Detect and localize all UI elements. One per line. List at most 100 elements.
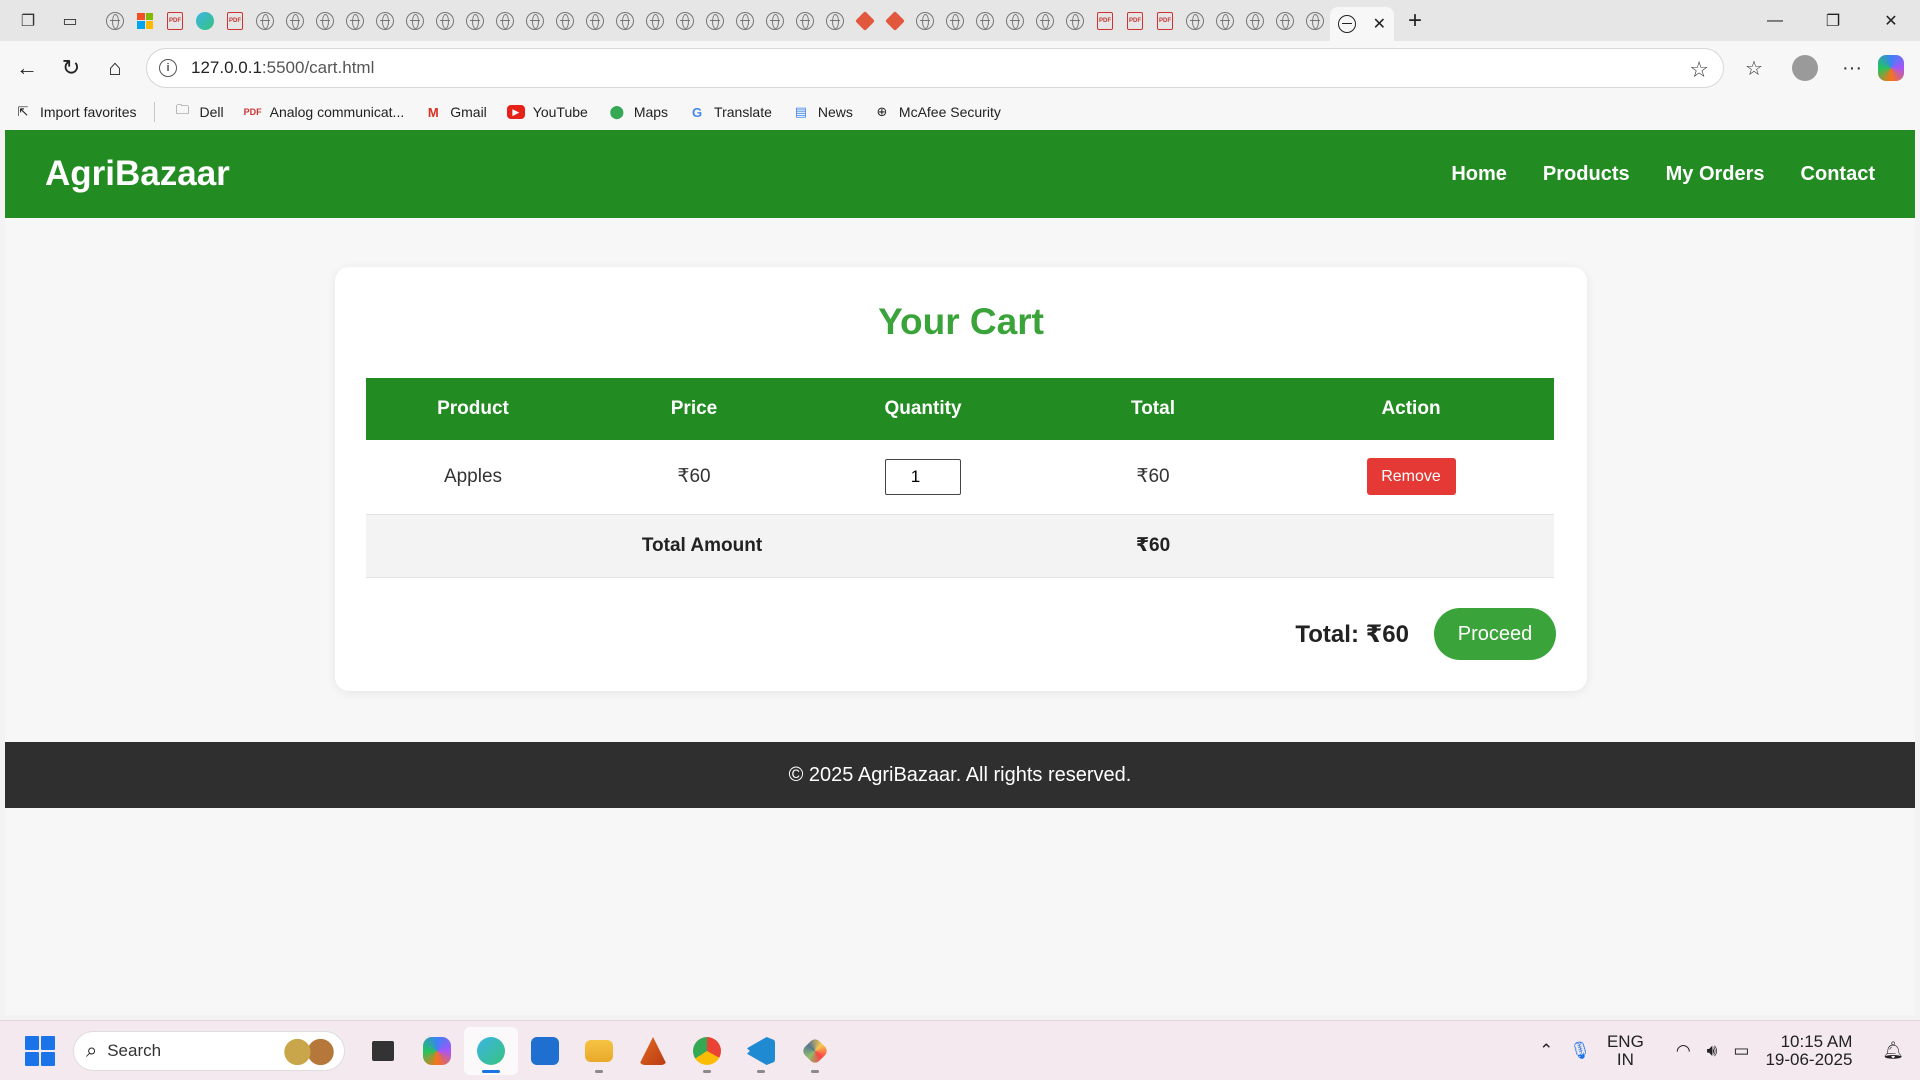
tab-item[interactable] — [280, 0, 310, 41]
tab-item[interactable] — [1000, 0, 1030, 41]
taskbar-search[interactable]: ⌕ Search — [73, 1031, 345, 1071]
taskbar-app-taskview[interactable] — [356, 1027, 410, 1075]
address-bar[interactable]: i 127.0.0.1:5500/cart.html ☆ — [146, 48, 1724, 88]
tab-item[interactable] — [340, 0, 370, 41]
tab-item[interactable] — [940, 0, 970, 41]
tab-item[interactable] — [1240, 0, 1270, 41]
wifi-icon[interactable]: ◠ — [1676, 1041, 1691, 1061]
tab-item[interactable] — [580, 0, 610, 41]
notification-icon[interactable]: 🔔︎ — [1882, 1041, 1904, 1061]
battery-icon[interactable]: ▭ — [1733, 1041, 1749, 1061]
taskbar-app-explorer[interactable] — [572, 1027, 626, 1075]
favorite-gmail[interactable]: M Gmail — [424, 103, 487, 121]
favorite-star-icon[interactable]: ☆ — [1689, 57, 1709, 83]
url-text[interactable]: 127.0.0.1:5500/cart.html — [191, 58, 374, 78]
favorite-news[interactable]: ▤ News — [792, 103, 853, 121]
quantity-input[interactable] — [885, 458, 961, 495]
copilot-icon[interactable] — [1878, 55, 1904, 81]
tab-item[interactable] — [910, 0, 940, 41]
reload-icon[interactable]: ↻ — [54, 51, 88, 85]
proceed-button[interactable]: Proceed — [1434, 608, 1556, 660]
nav-my-orders[interactable]: My Orders — [1666, 163, 1765, 186]
windows-start-icon[interactable] — [25, 1035, 55, 1066]
tab-item[interactable] — [1300, 0, 1330, 41]
tab-item[interactable] — [1270, 0, 1300, 41]
taskbar-app-copilot[interactable] — [410, 1027, 464, 1075]
restore-icon[interactable]: ❐ — [1804, 0, 1862, 41]
volume-icon[interactable]: 🔊︎ — [1707, 1041, 1718, 1061]
taskbar-app-edge[interactable] — [464, 1027, 518, 1075]
tab-item[interactable] — [550, 0, 580, 41]
back-icon[interactable]: ← — [10, 51, 44, 85]
taskbar-app-vscode[interactable] — [734, 1027, 788, 1075]
window-close-icon[interactable]: ✕ — [1862, 0, 1920, 41]
tab-item[interactable] — [850, 0, 880, 41]
tab-item[interactable]: PDF — [1150, 0, 1180, 41]
tab-item[interactable]: PDF — [160, 0, 190, 41]
tab-item[interactable] — [310, 0, 340, 41]
tab-item[interactable] — [880, 0, 910, 41]
translate-icon: G — [691, 104, 703, 120]
remove-button[interactable]: Remove — [1366, 458, 1456, 496]
tab-item[interactable] — [760, 0, 790, 41]
tab-actions-icon[interactable]: ▭ — [56, 7, 84, 35]
favorite-youtube[interactable]: ▶ YouTube — [506, 104, 588, 120]
favorite-import[interactable]: ⇱ Import favorites — [14, 103, 137, 121]
profile-avatar[interactable] — [1792, 55, 1818, 81]
globe-icon — [976, 11, 994, 30]
favorite-mcafee[interactable]: ⊕ McAfee Security — [873, 103, 1000, 121]
more-options-icon[interactable]: ··· — [1830, 51, 1874, 85]
clock[interactable]: 10:15 AM 19-06-2025 — [1765, 1033, 1868, 1069]
site-brand[interactable]: AgriBazaar — [45, 154, 230, 194]
tab-item[interactable] — [490, 0, 520, 41]
workspaces-icon[interactable]: ❐ — [14, 7, 42, 35]
tab-item[interactable]: PDF — [1120, 0, 1150, 41]
globe-icon — [466, 11, 484, 30]
tab-item[interactable] — [250, 0, 280, 41]
language-indicator[interactable]: ENG IN — [1607, 1033, 1660, 1069]
tab-item[interactable] — [970, 0, 1000, 41]
tab-item[interactable] — [790, 0, 820, 41]
taskbar-app-chrome[interactable] — [680, 1027, 734, 1075]
tab-item[interactable] — [1180, 0, 1210, 41]
tab-item[interactable] — [730, 0, 760, 41]
chevron-up-icon[interactable]: ⌃ — [1539, 1041, 1553, 1061]
new-tab-button[interactable]: + — [1408, 7, 1422, 35]
favorite-analog[interactable]: PDF Analog communicat... — [244, 103, 405, 121]
chrome-icon — [693, 1037, 721, 1065]
active-tab[interactable]: ✕ — [1330, 7, 1394, 41]
favorites-icon[interactable]: ☆ — [1732, 51, 1776, 85]
tab-item[interactable] — [610, 0, 640, 41]
tab-item[interactable] — [640, 0, 670, 41]
tab-item[interactable]: PDF — [220, 0, 250, 41]
tab-item[interactable] — [1060, 0, 1090, 41]
taskbar-app-matlab[interactable] — [626, 1027, 680, 1075]
microphone-icon[interactable]: 🎙︎ — [1569, 1041, 1591, 1061]
taskbar-app-gemini[interactable] — [788, 1027, 842, 1075]
tab-item[interactable] — [100, 0, 130, 41]
tab-item[interactable] — [670, 0, 700, 41]
favorite-translate[interactable]: G Translate — [688, 103, 772, 121]
nav-home[interactable]: Home — [1451, 163, 1507, 186]
tab-item[interactable] — [190, 0, 220, 41]
tab-item[interactable] — [400, 0, 430, 41]
tab-item[interactable] — [460, 0, 490, 41]
tab-item[interactable] — [1030, 0, 1060, 41]
favorite-dell[interactable]: 🗀 Dell — [173, 102, 224, 121]
close-tab-icon[interactable]: ✕ — [1373, 14, 1386, 34]
favorite-maps[interactable]: ⬤ Maps — [608, 103, 669, 121]
tab-item[interactable] — [520, 0, 550, 41]
nav-products[interactable]: Products — [1543, 163, 1630, 186]
tab-item[interactable] — [820, 0, 850, 41]
tab-item[interactable] — [700, 0, 730, 41]
tab-item[interactable] — [1210, 0, 1240, 41]
tab-item[interactable] — [130, 0, 160, 41]
site-info-icon[interactable]: i — [159, 59, 177, 77]
tab-item[interactable] — [370, 0, 400, 41]
minimize-icon[interactable]: — — [1746, 0, 1804, 41]
taskbar-app-store[interactable] — [518, 1027, 572, 1075]
tab-item[interactable]: PDF — [1090, 0, 1120, 41]
home-icon[interactable]: ⌂ — [98, 51, 132, 85]
tab-item[interactable] — [430, 0, 460, 41]
nav-contact[interactable]: Contact — [1801, 163, 1875, 186]
